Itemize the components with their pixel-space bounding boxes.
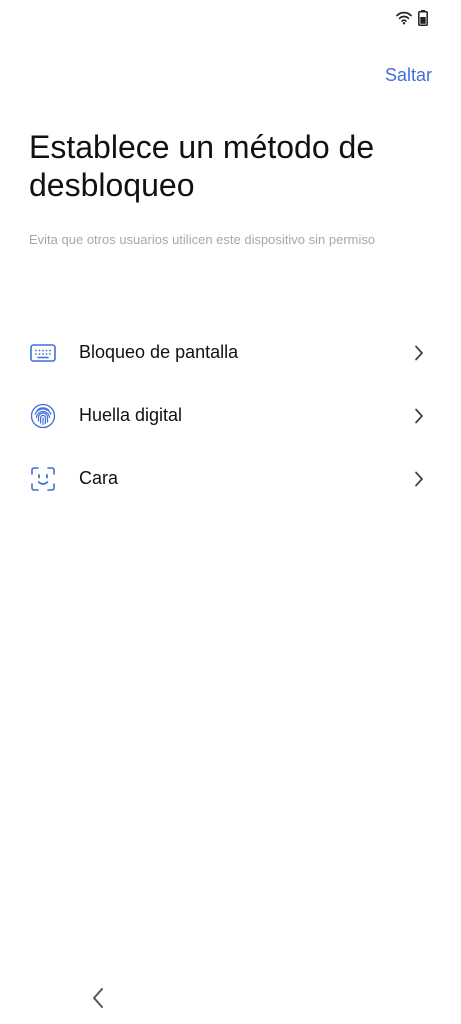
screen: Saltar Establece un método de desbloqueo…	[0, 0, 461, 1024]
wifi-icon	[396, 11, 412, 25]
unlock-method-list: Bloqueo de pantalla Huella digital Cara	[0, 321, 461, 510]
page-subtitle: Evita que otros usuarios utilicen este d…	[29, 232, 376, 247]
status-bar	[396, 8, 428, 28]
chevron-right-icon	[413, 407, 425, 425]
method-item-screen-lock[interactable]: Bloqueo de pantalla	[0, 321, 461, 384]
skip-button[interactable]: Saltar	[385, 62, 432, 88]
chevron-left-icon[interactable]	[88, 985, 108, 1011]
method-item-face[interactable]: Cara	[0, 447, 461, 510]
fingerprint-icon	[29, 402, 57, 430]
page-title: Establece un método de desbloqueo	[29, 129, 375, 203]
face-scan-icon	[29, 465, 57, 493]
method-label: Cara	[79, 468, 119, 488]
method-label: Huella digital	[79, 405, 183, 425]
chevron-right-icon	[413, 470, 425, 488]
method-item-fingerprint[interactable]: Huella digital	[0, 384, 461, 447]
chevron-right-icon	[413, 344, 425, 362]
battery-icon	[418, 10, 428, 26]
keyboard-icon	[29, 339, 57, 367]
method-label: Bloqueo de pantalla	[79, 342, 239, 362]
